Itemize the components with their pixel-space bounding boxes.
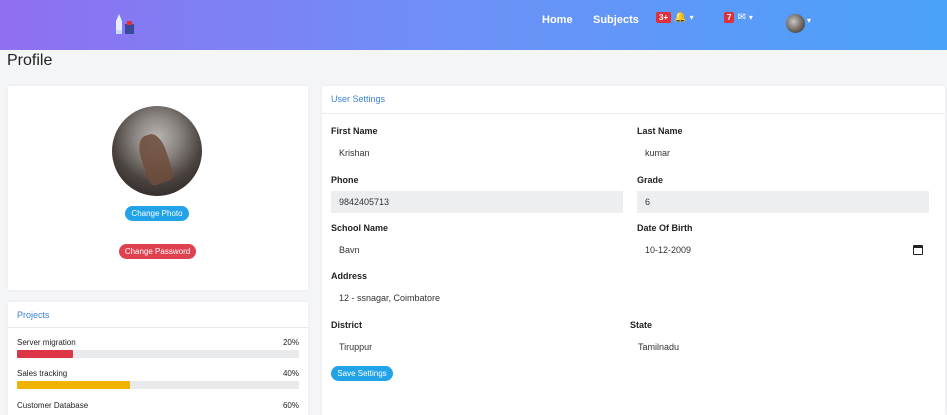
messages-badge: 7 [724, 12, 735, 23]
chevron-down-icon[interactable]: ▾ [807, 16, 811, 25]
progress-fill [17, 381, 130, 389]
last-name-label: Last Name [637, 126, 683, 136]
date-of-birth-label: Date Of Birth [637, 223, 693, 233]
project-percent: 60% [282, 401, 299, 410]
address-field[interactable]: 12 - ssnagar, Coimbatore [331, 287, 929, 309]
phone-label: Phone [331, 175, 359, 185]
district-label: District [331, 320, 363, 330]
grade-field[interactable]: 6 [637, 191, 929, 213]
address-label: Address [331, 271, 368, 281]
chevron-down-icon: ▾ [748, 13, 753, 22]
date-of-birth-value: 10-12-2009 [645, 245, 692, 255]
progress-track [17, 350, 299, 358]
state-label: State [630, 320, 653, 330]
divider [322, 113, 945, 114]
chevron-down-icon: ▾ [689, 13, 694, 22]
nav-home-link[interactable]: Home [542, 14, 573, 26]
projects-card: Projects Server migration 20% Sales trac… [8, 302, 308, 415]
grade-label: Grade [637, 175, 664, 185]
first-name-field[interactable]: Krishan [331, 142, 623, 164]
change-password-button[interactable]: Change Password [119, 244, 196, 259]
divider [8, 327, 308, 328]
projects-title: Projects [17, 310, 50, 320]
bell-icon: 🔔 [674, 12, 687, 23]
nav-subjects-link[interactable]: Subjects [593, 14, 639, 26]
school-name-field[interactable]: Bavn [331, 239, 623, 261]
progress-track [17, 381, 299, 389]
progress-fill [17, 350, 74, 358]
rocket-logo-icon[interactable] [110, 12, 136, 36]
user-avatar[interactable] [786, 14, 805, 33]
project-name: Sales tracking [17, 369, 68, 378]
mail-icon: ✉ [737, 12, 746, 23]
change-photo-button[interactable]: Change Photo [125, 206, 189, 221]
top-navbar: Home Subjects 3+ 🔔 ▾ 7 ✉ ▾ ▾ [0, 0, 947, 50]
date-of-birth-field[interactable]: 10-12-2009 [637, 239, 929, 261]
save-settings-button[interactable]: Save Settings [331, 366, 393, 381]
profile-card: Change Photo Change Password [8, 86, 308, 290]
user-settings-card: User Settings First Name Krishan Last Na… [322, 86, 945, 415]
project-percent: 40% [282, 369, 299, 378]
notifications-dropdown[interactable]: 3+ 🔔 ▾ [656, 12, 694, 23]
state-field[interactable]: Tamilnadu [630, 336, 929, 358]
profile-photo [112, 106, 202, 196]
project-name: Customer Database [17, 401, 89, 410]
project-name: Server migration [17, 338, 76, 347]
district-field[interactable]: Tiruppur [331, 336, 616, 358]
first-name-label: First Name [331, 126, 378, 136]
messages-dropdown[interactable]: 7 ✉ ▾ [724, 12, 753, 23]
project-percent: 20% [282, 338, 299, 347]
page-title: Profile [7, 52, 53, 69]
phone-field[interactable]: 9842405713 [331, 191, 623, 213]
calendar-icon[interactable] [913, 245, 923, 255]
school-name-label: School Name [331, 223, 389, 233]
last-name-field[interactable]: kumar [637, 142, 929, 164]
notifications-badge: 3+ [656, 12, 672, 23]
settings-title: User Settings [331, 94, 386, 104]
